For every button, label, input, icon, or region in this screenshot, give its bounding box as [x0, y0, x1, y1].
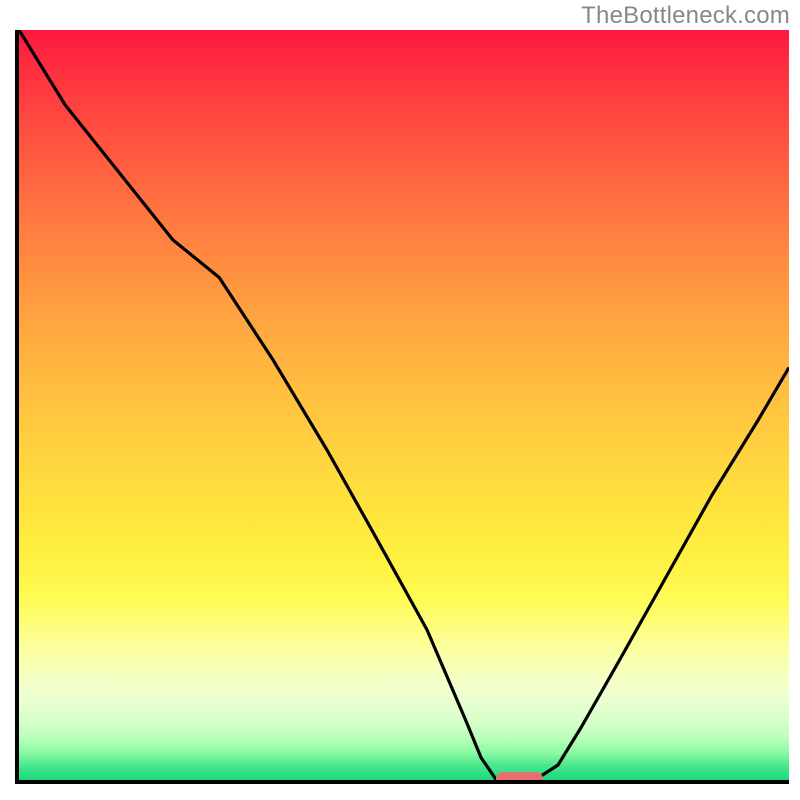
chart-container: TheBottleneck.com	[0, 0, 800, 800]
bottleneck-curve	[19, 30, 789, 780]
curve-svg	[19, 30, 789, 780]
optimal-range-marker	[496, 772, 542, 784]
attribution-label: TheBottleneck.com	[581, 2, 790, 30]
plot-area	[15, 30, 789, 784]
